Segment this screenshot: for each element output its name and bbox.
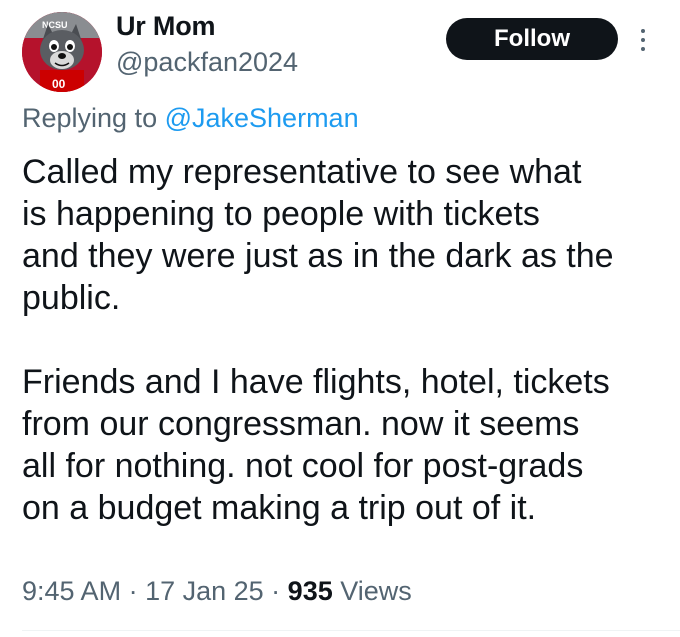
avatar[interactable]: NCSU 00 xyxy=(22,12,102,92)
author-display-name[interactable]: Ur Mom xyxy=(116,10,216,42)
replying-to: Replying to @JakeSherman xyxy=(22,101,359,135)
svg-text:00: 00 xyxy=(52,77,66,91)
svg-text:NCSU: NCSU xyxy=(42,20,68,30)
divider xyxy=(22,630,680,631)
views-count: 935 xyxy=(287,576,333,606)
more-dot xyxy=(641,29,645,33)
tweet-paragraph: Called my representative to see what is … xyxy=(22,153,614,317)
author-handle[interactable]: @packfan2024 xyxy=(116,46,298,78)
tweet-paragraph: Friends and I have flights, hotel, ticke… xyxy=(22,363,610,527)
tweet-meta: 9:45 AM · 17 Jan 25 · 935 Views xyxy=(22,574,412,608)
tweet-date[interactable]: 17 Jan 25 xyxy=(145,576,264,606)
more-vertical-icon[interactable] xyxy=(632,20,654,60)
reply-mention-link[interactable]: @JakeSherman xyxy=(165,103,359,133)
tweet-card: NCSU 00 Ur Mom @packfan2024 Follow Reply… xyxy=(0,0,680,637)
tweet-time[interactable]: 9:45 AM xyxy=(22,576,121,606)
follow-button[interactable]: Follow xyxy=(446,18,618,60)
meta-separator: · xyxy=(263,576,288,606)
replying-to-label: Replying to xyxy=(22,103,165,133)
meta-separator: · xyxy=(121,576,146,606)
more-dot xyxy=(641,38,645,42)
tweet-text: Called my representative to see what is … xyxy=(22,151,662,529)
wolf-mascot-icon: NCSU 00 xyxy=(22,12,102,92)
more-dot xyxy=(641,47,645,51)
views-label: Views xyxy=(332,576,412,606)
